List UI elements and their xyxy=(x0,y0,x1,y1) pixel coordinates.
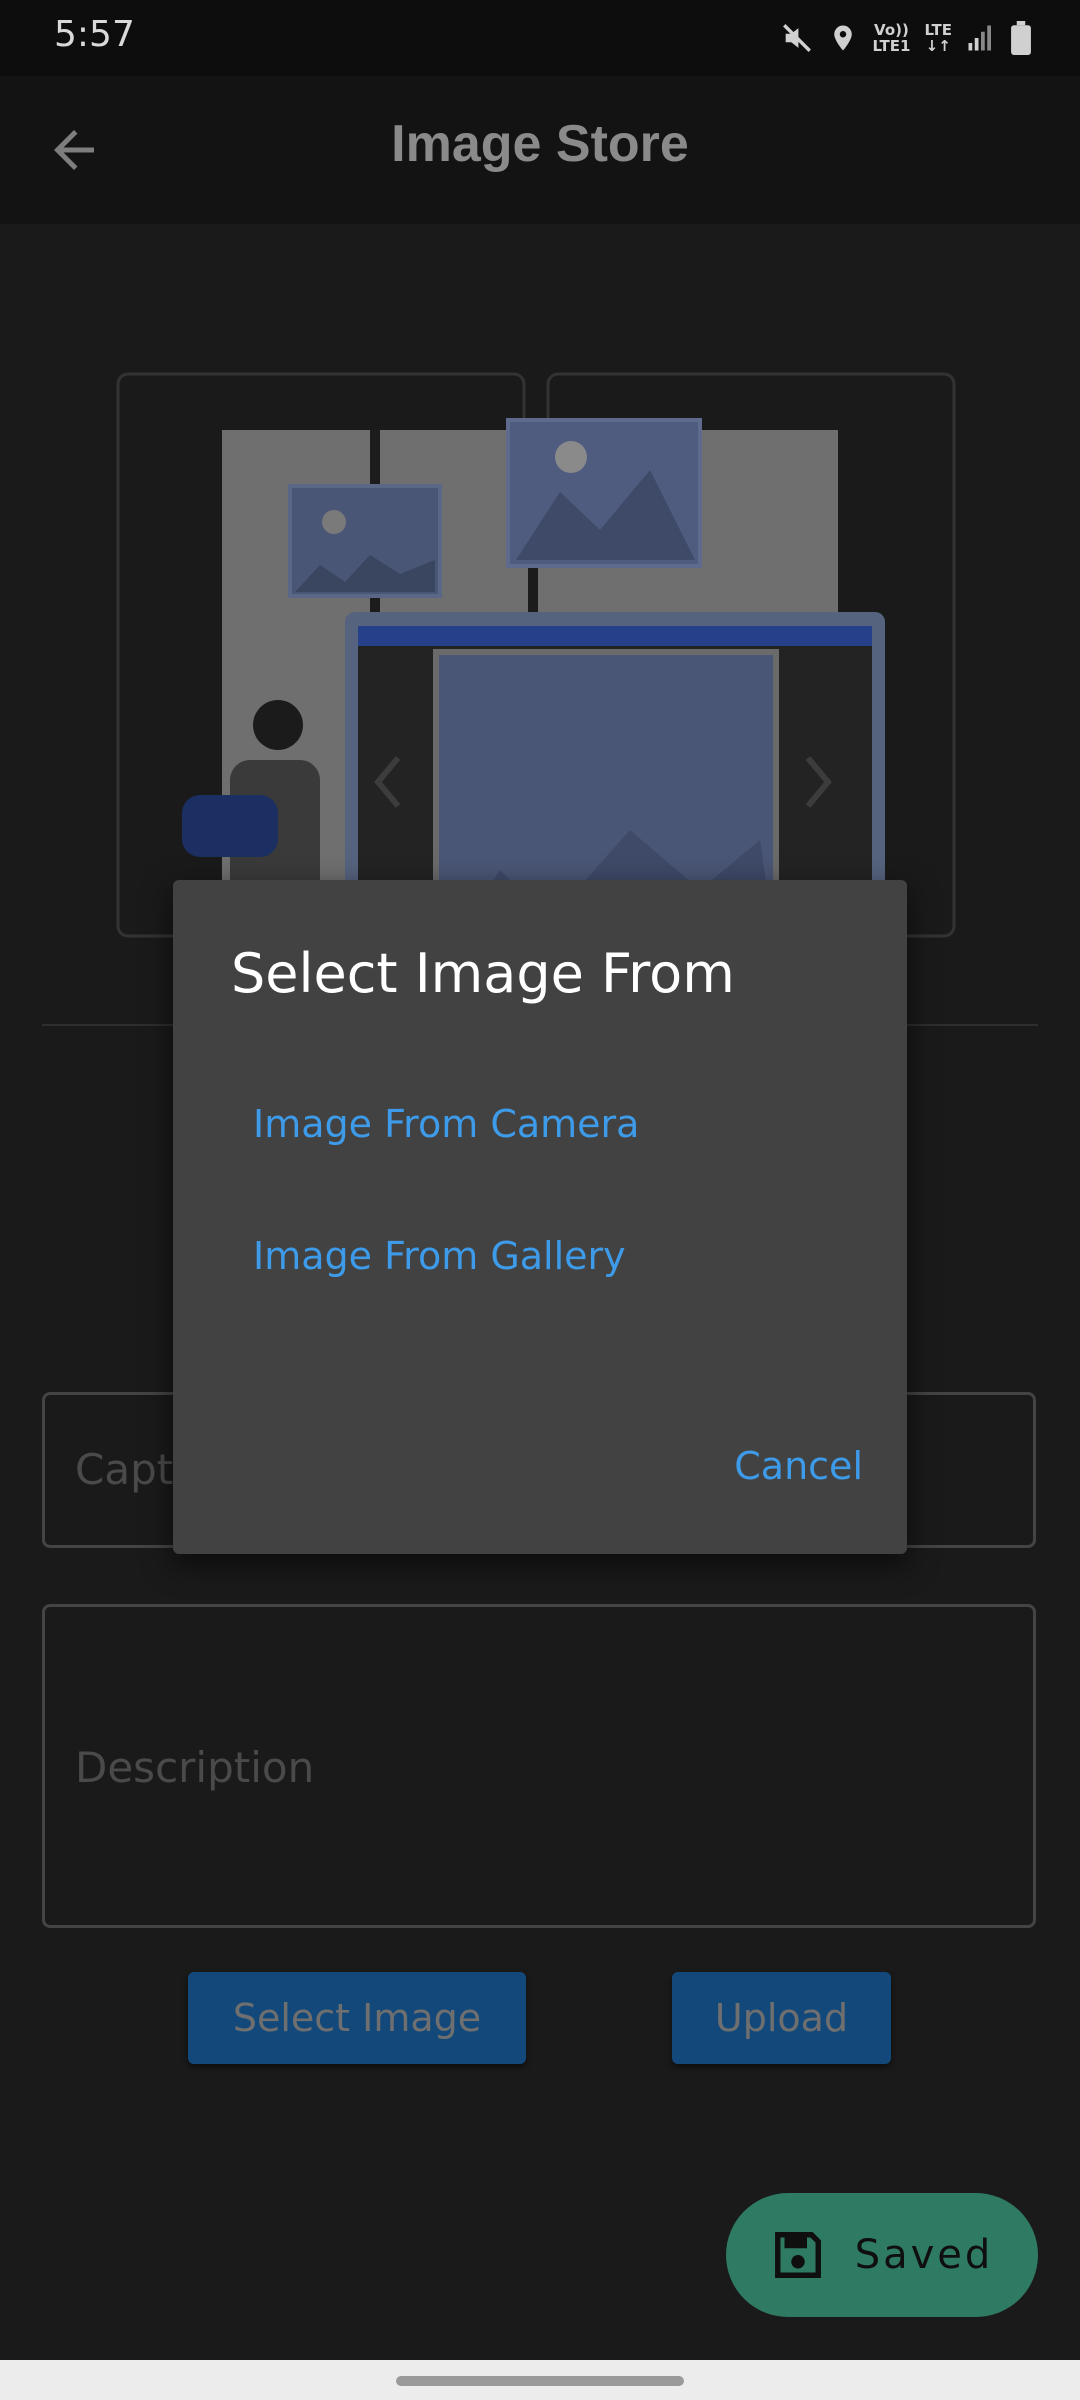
save-icon xyxy=(774,2232,821,2278)
dialog-title: Select Image From xyxy=(231,942,735,1005)
fab-label: Saved xyxy=(854,2232,994,2278)
home-handle[interactable] xyxy=(396,2376,684,2386)
option-camera[interactable]: Image From Camera xyxy=(253,1102,639,1146)
cancel-button[interactable]: Cancel xyxy=(734,1444,863,1488)
option-gallery[interactable]: Image From Gallery xyxy=(253,1234,626,1278)
description-input[interactable]: Description xyxy=(42,1604,1036,1928)
status-time: 5:57 xyxy=(54,14,135,55)
battery-icon xyxy=(1011,21,1031,55)
select-image-button[interactable]: Select Image xyxy=(188,1972,526,2064)
status-icons: Vo)) LTE1 LTE ↓↑ xyxy=(780,18,1032,58)
volte-indicator: Vo)) LTE1 xyxy=(872,21,911,55)
location-icon xyxy=(834,25,853,51)
mute-icon xyxy=(783,24,812,52)
select-image-dialog: Select Image From Image From Camera Imag… xyxy=(173,880,907,1554)
page-title: Image Store xyxy=(391,115,689,173)
saved-fab[interactable]: Saved xyxy=(726,2193,1038,2317)
app-bar: Image Store xyxy=(0,76,1080,224)
upload-button[interactable]: Upload xyxy=(672,1972,891,2064)
lte-indicator: LTE ↓↑ xyxy=(924,21,952,55)
status-bar: 5:57 Vo)) LTE1 LTE ↓↑ xyxy=(0,0,1080,76)
caption-placeholder: Capt xyxy=(75,1445,174,1494)
description-placeholder: Description xyxy=(75,1743,315,1792)
navigation-bar xyxy=(0,2360,1080,2400)
signal-icon xyxy=(968,25,991,51)
